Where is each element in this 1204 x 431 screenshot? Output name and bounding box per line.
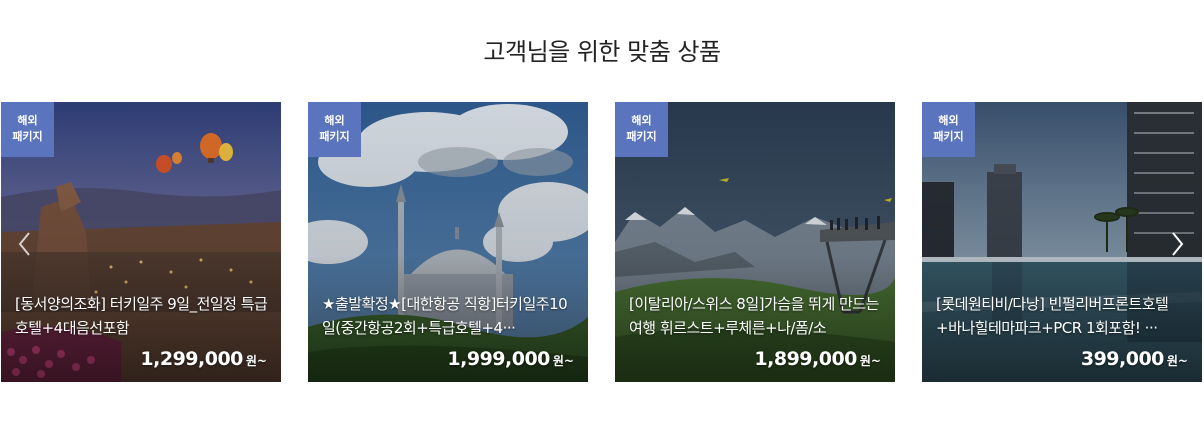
- badge-line2: 패키지: [933, 130, 964, 143]
- product-card-2[interactable]: 해외 패키지 ★출발확정★[대한항공 직항]터키일주10일(중간항공2회+특급호…: [308, 102, 588, 382]
- badge-line2: 패키지: [626, 130, 657, 143]
- price-value: 1,299,000: [140, 348, 243, 370]
- product-title[interactable]: [롯데원티비/다낭] 빈펄리버프론트호텔+바나힐테마파크+PCR 1회포함! ·…: [936, 292, 1192, 340]
- badge-line2: 패키지: [319, 130, 350, 143]
- price-unit: 원~: [245, 354, 267, 368]
- product-price: 399,000 원~: [1081, 348, 1188, 370]
- price-value: 399,000: [1080, 348, 1165, 370]
- category-badge: 해외 패키지: [1, 102, 54, 157]
- product-price: 1,899,000 원~: [754, 348, 881, 370]
- product-card-3[interactable]: 해외 패키지 [이탈리아/스위스 8일]가슴을 뛰게 만드는 여행 휘르스트+루…: [615, 102, 895, 382]
- badge-line1: 해외: [631, 114, 652, 127]
- section-title: 고객님을 위한 맞춤 상품: [483, 38, 721, 66]
- category-badge: 해외 패키지: [615, 102, 668, 157]
- price-unit: 원~: [1166, 354, 1188, 368]
- product-price: 1,299,000 원~: [140, 348, 267, 370]
- badge-line1: 해외: [17, 114, 38, 127]
- carousel-prev-button[interactable]: [15, 229, 35, 259]
- chevron-left-icon: [18, 232, 30, 256]
- category-badge: 해외 패키지: [308, 102, 361, 157]
- chevron-right-icon: [1172, 232, 1184, 256]
- product-card-1[interactable]: 해외 패키지 [동서양의조화] 터키일주 9일_전일정 특급호텔+4대음선포함 …: [1, 102, 281, 382]
- price-value: 1,999,000: [447, 348, 550, 370]
- price-unit: 원~: [552, 354, 574, 368]
- category-badge: 해외 패키지: [922, 102, 975, 157]
- carousel-next-button[interactable]: [1167, 229, 1187, 259]
- product-price: 1,999,000 원~: [447, 348, 574, 370]
- badge-line1: 해외: [938, 114, 959, 127]
- product-card-4[interactable]: 해외 패키지 [롯데원티비/다낭] 빈펄리버프론트호텔+바나힐테마파크+PCR …: [922, 102, 1202, 382]
- product-title[interactable]: [이탈리아/스위스 8일]가슴을 뛰게 만드는 여행 휘르스트+루체른+나/폼/…: [629, 292, 885, 340]
- badge-line1: 해외: [324, 114, 345, 127]
- badge-line2: 패키지: [12, 130, 43, 143]
- price-unit: 원~: [859, 354, 881, 368]
- product-title[interactable]: [동서양의조화] 터키일주 9일_전일정 특급호텔+4대음선포함: [15, 292, 271, 340]
- product-carousel: 해외 패키지 [동서양의조화] 터키일주 9일_전일정 특급호텔+4대음선포함 …: [1, 102, 1202, 382]
- price-value: 1,899,000: [754, 348, 857, 370]
- product-title[interactable]: ★출발확정★[대한항공 직항]터키일주10일(중간항공2회+특급호텔+4···: [322, 292, 578, 340]
